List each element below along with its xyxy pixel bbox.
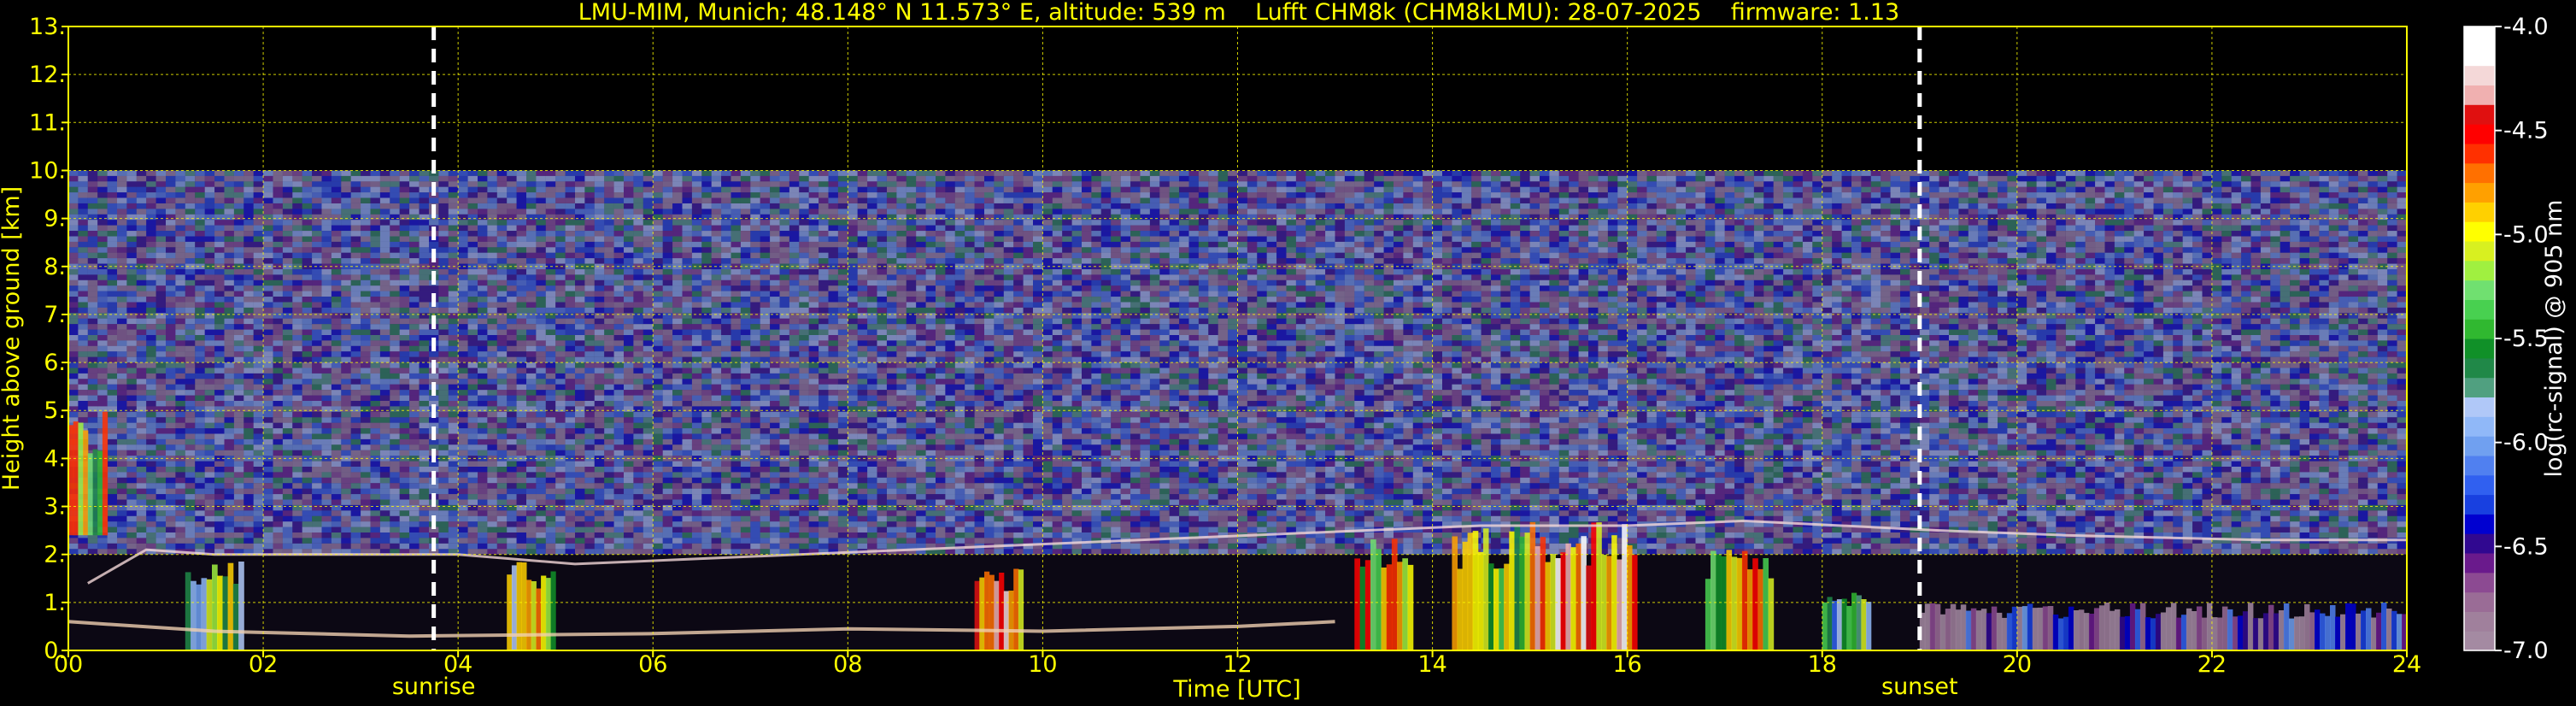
- colorbar-swatch-21: [2464, 221, 2495, 242]
- colorbar-swatch-28: [2464, 85, 2495, 105]
- colorbar-swatch-20: [2464, 240, 2495, 262]
- colorbar-swatch-5: [2464, 533, 2495, 554]
- colorbar-swatch-17: [2464, 299, 2495, 320]
- colorbar-tick-label--4.0: -4.0: [2503, 14, 2549, 40]
- colorbar-swatch-25: [2464, 143, 2495, 164]
- y-tick-label-4: 4.: [44, 445, 66, 472]
- colorbar-swatch-1: [2464, 611, 2495, 632]
- colorbar-swatch-16: [2464, 319, 2495, 339]
- x-tick-label-14: 14: [1417, 651, 1446, 678]
- y-tick-label-11: 11.: [29, 109, 66, 136]
- x-tick-label-18: 18: [1808, 651, 1837, 678]
- colorbar-tick-label--6.5: -6.5: [2503, 533, 2549, 560]
- colorbar-swatch-6: [2464, 514, 2495, 534]
- colorbar-swatch-9: [2464, 455, 2495, 476]
- chart-title: LMU-MIM, Munich; 48.148° N 11.573° E, al…: [578, 0, 1899, 26]
- x-tick-label-20: 20: [2003, 651, 2032, 678]
- colorbar-swatch-27: [2464, 104, 2495, 125]
- sunset-label: sunset: [1881, 674, 1958, 700]
- colorbar-swatch-24: [2464, 162, 2495, 184]
- y-tick-label-6: 6.: [44, 350, 66, 376]
- x-tick-label-10: 10: [1028, 651, 1057, 678]
- colorbar-swatch-8: [2464, 474, 2495, 496]
- colorbar-swatch-0: [2464, 631, 2495, 651]
- colorbar-swatch-11: [2464, 416, 2495, 437]
- colorbar-swatches: [2464, 26, 2495, 651]
- colorbar-label: log(rc-signal) @ 905 nm: [2541, 200, 2567, 478]
- colorbar-swatch-7: [2464, 494, 2495, 515]
- colorbar-swatch-12: [2464, 397, 2495, 417]
- colorbar-swatch-19: [2464, 260, 2495, 281]
- colorbar-swatch-14: [2464, 357, 2495, 379]
- x-tick-label-08: 08: [833, 651, 862, 678]
- x-tick-label-04: 04: [443, 651, 472, 678]
- y-tick-label-12: 12.: [29, 62, 66, 88]
- colorbar-swatch-2: [2464, 591, 2495, 612]
- colorbar-swatch-30: [2464, 45, 2495, 67]
- ceilometer-chart: LMU-MIM, Munich; 48.148° N 11.573° E, al…: [0, 0, 2576, 706]
- colorbar-swatch-31: [2464, 26, 2495, 47]
- cloud-feature-3: [974, 568, 1024, 650]
- y-tick-label-10: 10.: [29, 157, 66, 184]
- y-tick-label-9: 9.: [44, 206, 66, 232]
- x-tick-label-12: 12: [1223, 651, 1252, 678]
- colorbar-tick-label--7.0: -7.0: [2503, 638, 2549, 664]
- x-tick-label-24: 24: [2392, 651, 2421, 678]
- y-tick-label-0: 0.: [44, 638, 66, 664]
- y-tick-label-13: 13.: [29, 14, 66, 40]
- y-tick-label-1: 1.: [44, 590, 66, 616]
- x-tick-label-02: 02: [249, 651, 278, 678]
- y-tick-label-2: 2.: [44, 542, 66, 568]
- colorbar-swatch-15: [2464, 338, 2495, 359]
- x-axis-label: Time [UTC]: [1172, 676, 1300, 703]
- colorbar-swatch-26: [2464, 124, 2495, 144]
- colorbar-swatch-3: [2464, 572, 2495, 593]
- colorbar-swatch-29: [2464, 65, 2495, 85]
- colorbar-tick-label--4.5: -4.5: [2503, 118, 2549, 144]
- x-tick-label-22: 22: [2198, 651, 2227, 678]
- x-tick-label-16: 16: [1612, 651, 1641, 678]
- colorbar-swatch-10: [2464, 436, 2495, 456]
- y-tick-label-3: 3.: [44, 494, 66, 521]
- cloud-feature-7: [1705, 550, 1775, 650]
- colorbar-swatch-22: [2464, 202, 2495, 222]
- colorbar-swatch-23: [2464, 182, 2495, 203]
- colorbar-swatch-18: [2464, 279, 2495, 300]
- y-tick-label-5: 5.: [44, 397, 66, 424]
- plot-area: [67, 26, 2408, 651]
- y-axis-label: Height above ground [km]: [0, 186, 25, 491]
- colorbar-swatch-13: [2464, 377, 2495, 397]
- y-tick-label-8: 8.: [44, 254, 66, 280]
- x-tick-label-06: 06: [638, 651, 667, 678]
- cloud-feature-8: [1822, 592, 1872, 650]
- colorbar-swatch-4: [2464, 552, 2495, 574]
- y-tick-label-7: 7.: [44, 302, 66, 328]
